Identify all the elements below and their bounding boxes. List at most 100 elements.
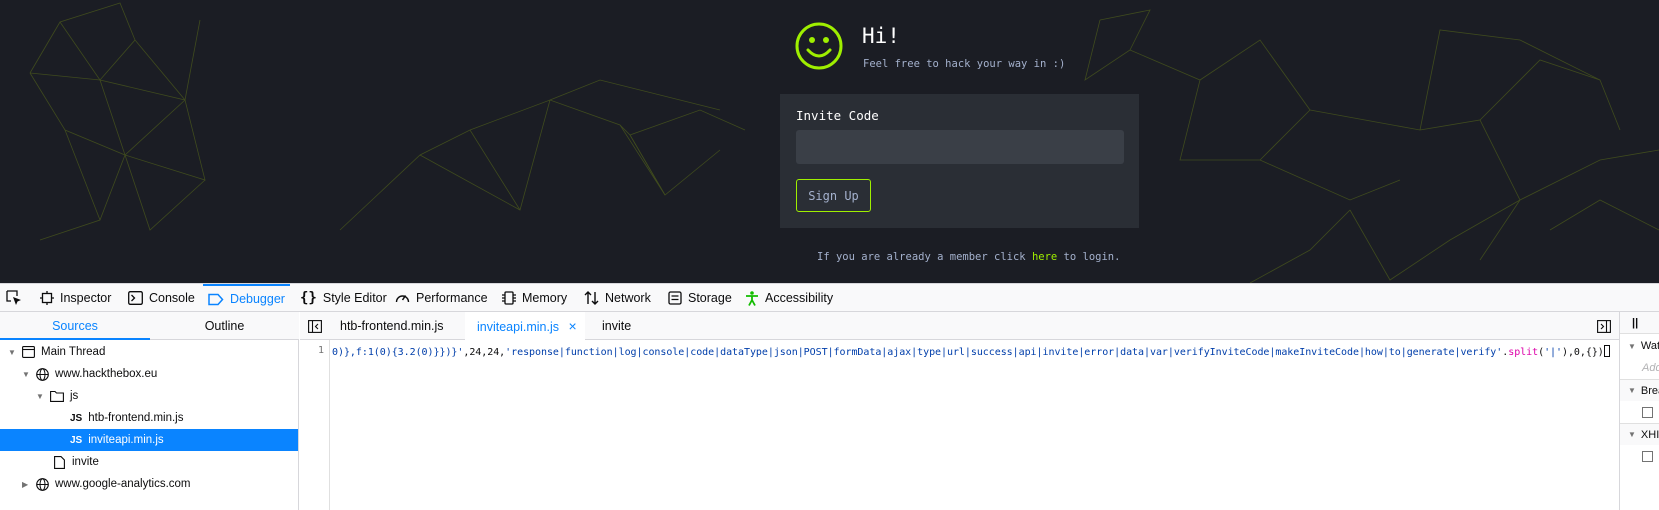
inspector-icon <box>40 291 54 305</box>
expand-arrow-icon: ▼ <box>22 369 30 379</box>
tree-main-thread-label: Main Thread <box>41 346 106 358</box>
invite-code-input[interactable] <box>796 130 1124 164</box>
code-token-string: '|' <box>1544 347 1562 358</box>
sign-up-button[interactable]: Sign Up <box>796 179 871 212</box>
add-watch-placeholder: Add <box>1642 362 1659 374</box>
tab-network[interactable]: Network <box>584 284 651 312</box>
js-file-icon: JS <box>70 412 83 424</box>
editor-tab-inviteapi[interactable]: inviteapi.min.js × <box>465 312 585 340</box>
folder-icon <box>50 390 64 402</box>
tab-outline[interactable]: Outline <box>150 312 299 340</box>
login-link[interactable]: here <box>1032 251 1057 263</box>
code-token-function: split <box>1508 347 1539 358</box>
tree-file-htb-frontend[interactable]: JS htb-frontend.min.js <box>0 407 298 429</box>
login-note: If you are already a member click here t… <box>817 251 1120 263</box>
tab-sources[interactable]: Sources <box>0 312 150 340</box>
tab-inspector-label: Inspector <box>60 291 112 305</box>
login-note-prefix: If you are already a member click <box>817 251 1032 263</box>
tab-memory[interactable]: Memory <box>502 284 567 312</box>
watch-add-row[interactable]: Add <box>1620 357 1659 379</box>
xhr-breakpoint-row[interactable] <box>1620 445 1659 467</box>
collapse-arrow-icon: ▶ <box>22 479 29 489</box>
tree-file-inviteapi[interactable]: JS inviteapi.min.js <box>0 429 298 451</box>
editor-tab-htb-frontend[interactable]: htb-frontend.min.js <box>330 312 454 340</box>
web-page: Hi! Feel free to hack your way in :) Inv… <box>0 0 1659 283</box>
greeting-title: Hi! <box>862 24 900 48</box>
checkbox[interactable] <box>1642 406 1653 418</box>
greeting-subtitle: Feel free to hack your way in :) <box>863 58 1066 70</box>
tree-domain-hackthebox-label: www.hackthebox.eu <box>55 368 158 380</box>
breakpoint-row[interactable] <box>1620 401 1659 423</box>
code-token: ),0,{}) <box>1561 347 1604 358</box>
tab-accessibility-label: Accessibility <box>765 291 834 305</box>
tab-debugger[interactable]: Debugger <box>203 284 290 312</box>
tab-accessibility[interactable]: Accessibility <box>745 284 833 312</box>
invite-card: Invite Code Sign Up <box>780 94 1139 228</box>
code-line: 0)},f:1(0){3.2(0)}})}',24,24,'response|f… <box>332 345 1610 358</box>
devtools-toolbar: Inspector Console Debugger {} Style Edit… <box>0 283 1659 312</box>
editor-tab-invite[interactable]: invite <box>592 312 641 340</box>
globe-icon <box>36 367 49 381</box>
pause-icon[interactable]: || <box>1632 317 1638 329</box>
tab-performance[interactable]: Performance <box>395 284 488 312</box>
close-icon[interactable]: × <box>568 318 576 334</box>
watch-expressions-header[interactable]: ▼ Wat <box>1620 335 1659 357</box>
performance-icon <box>395 291 410 305</box>
tab-storage[interactable]: Storage <box>668 284 732 312</box>
tree-folder-js[interactable]: ▼ js <box>0 385 298 407</box>
xhr-breakpoints-label: XHI <box>1640 428 1659 441</box>
bracket-match-box <box>1603 345 1610 357</box>
code-token-string: 'response|function|log|console|code|data… <box>505 347 1503 358</box>
window-icon <box>22 346 35 358</box>
network-icon <box>584 291 599 305</box>
tree-file-htb-frontend-label: htb-frontend.min.js <box>88 412 184 424</box>
code-token: ,24,24, <box>463 347 506 358</box>
file-icon <box>54 455 65 469</box>
toggle-right-pane-icon[interactable] <box>1597 320 1611 333</box>
code-area[interactable]: 0)},f:1(0){3.2(0)}})}',24,24,'response|f… <box>332 340 1613 510</box>
tree-folder-js-label: js <box>70 390 79 402</box>
source-editor: htb-frontend.min.js inviteapi.min.js × i… <box>300 312 1619 510</box>
tree-file-invite[interactable]: invite <box>0 451 298 473</box>
storage-icon <box>668 291 682 305</box>
invite-code-label: Invite Code <box>796 108 879 123</box>
tree-file-inviteapi-label: inviteapi.min.js <box>88 434 164 446</box>
tree-domain-google-analytics-label: www.google-analytics.com <box>55 478 191 490</box>
editor-tab-bar: htb-frontend.min.js inviteapi.min.js × i… <box>300 312 1619 340</box>
sidebar-tabs: Sources Outline <box>0 312 299 340</box>
devtools-panel: Inspector Console Debugger {} Style Edit… <box>0 283 1659 510</box>
expand-arrow-icon: ▼ <box>36 391 44 401</box>
expand-arrow-icon: ▼ <box>1628 341 1636 351</box>
tab-network-label: Network <box>605 291 651 305</box>
tab-memory-label: Memory <box>522 291 568 305</box>
editor-tab-inviteapi-label: inviteapi.min.js <box>477 320 559 334</box>
line-gutter: 1 <box>300 340 330 510</box>
style-editor-icon: {} <box>300 290 317 306</box>
pause-controls: || <box>1620 312 1659 334</box>
tab-performance-label: Performance <box>416 291 488 305</box>
tab-style-editor-label: Style Editor <box>322 291 387 305</box>
tree-domain-hackthebox[interactable]: ▼ www.hackthebox.eu <box>0 363 298 385</box>
tab-inspector[interactable]: Inspector <box>40 284 111 312</box>
line-number: 1 <box>317 345 324 356</box>
tree-domain-google-analytics[interactable]: ▶ www.google-analytics.com <box>0 473 298 495</box>
checkbox[interactable] <box>1642 450 1653 462</box>
debugger-icon <box>208 293 224 306</box>
console-icon <box>128 291 143 305</box>
expand-arrow-icon: ▼ <box>1628 430 1636 439</box>
tab-storage-label: Storage <box>688 291 732 305</box>
tab-style-editor[interactable]: {} Style Editor <box>300 284 387 312</box>
sources-sidebar: Sources Outline ▼ Main Thread ▼ www.hack… <box>0 312 299 510</box>
tree-main-thread[interactable]: ▼ Main Thread <box>0 341 298 363</box>
login-note-suffix: to login. <box>1057 251 1121 263</box>
tree-file-invite-label: invite <box>72 456 99 468</box>
breakpoints-header[interactable]: ▼ Brea <box>1620 379 1659 401</box>
element-picker-icon[interactable] <box>6 290 22 306</box>
tab-console[interactable]: Console <box>128 284 195 312</box>
toggle-sidebar-icon[interactable] <box>308 320 322 333</box>
debugger-right-pane: || ▼ Wat Add ▼ Brea ▼ XHI <box>1619 312 1659 510</box>
xhr-breakpoints-header[interactable]: ▼ XHI <box>1620 423 1659 445</box>
expand-arrow-icon: ▼ <box>8 347 16 357</box>
smiley-icon <box>795 22 843 70</box>
code-token: 0)},f:1(0){3.2(0)}})}' <box>332 347 464 358</box>
